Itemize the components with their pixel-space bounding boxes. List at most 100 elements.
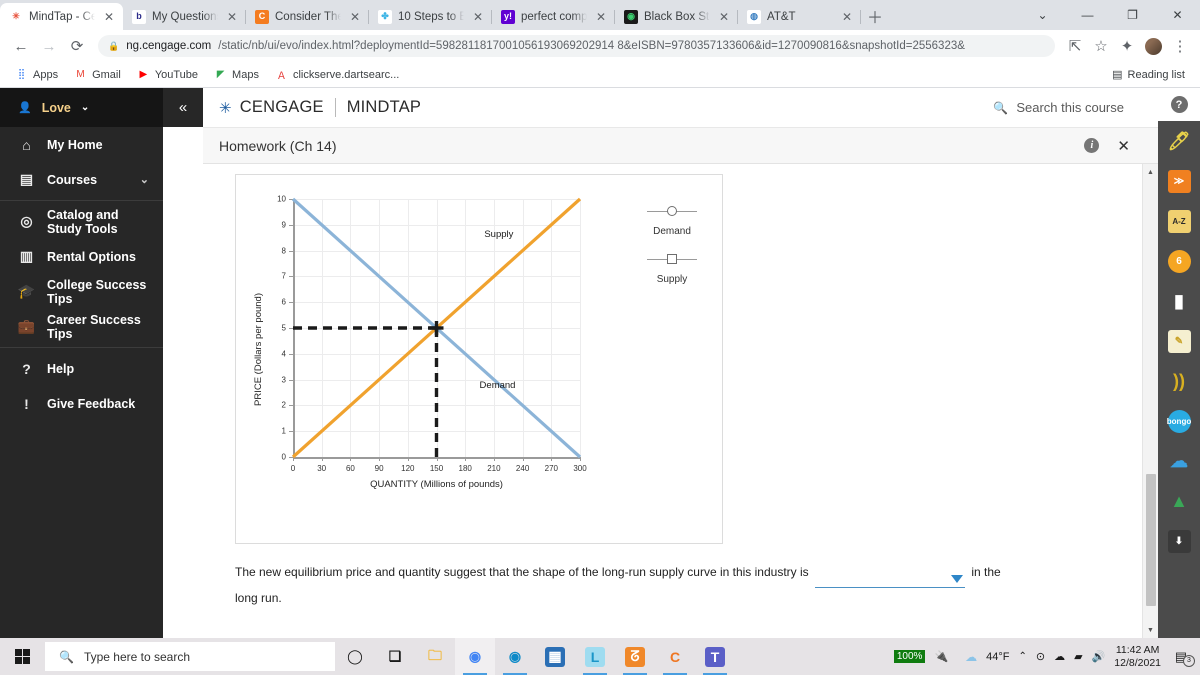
sidebar-item-help[interactable]: ? Help [0,351,163,386]
taskbar-lockdown-browser[interactable]: L [575,638,615,675]
sidebar-user-menu[interactable]: 👤 Love ⌄ [0,88,163,127]
bookmark-item[interactable]: M Gmail [68,66,127,83]
taskbar-cengage[interactable]: C [655,638,695,675]
bookmark-item[interactable]: ▶ YouTube [131,66,204,83]
onedrive-icon: ☁ [1170,450,1188,471]
rail-download[interactable]: ⬇ [1158,521,1200,561]
taskbar-microsoft-teams[interactable]: T [695,638,735,675]
browser-tab[interactable]: ✳ MindTap - Cenga ✕ [0,3,123,30]
sidebar-item-my-home[interactable]: ⌂ My Home [0,127,163,162]
info-icon[interactable]: i [1084,138,1100,153]
legend-item-demand[interactable]: Demand [624,205,720,237]
battery-icon[interactable]: ▰ [1074,650,1082,663]
forward-button[interactable]: → [36,33,62,59]
browser-tab[interactable]: ◍ AT&T ✕ [738,3,861,30]
scroll-up-button[interactable]: ▲ [1143,164,1158,180]
chart-curves [291,197,582,459]
taskbar-search-input[interactable]: 🔍 Type here to search [45,642,335,671]
close-tab-button[interactable]: ✕ [839,10,855,24]
cortana-icon[interactable]: ◯ [335,638,375,675]
scrollbar-thumb[interactable] [1146,474,1156,606]
tab-search-button[interactable]: ⌄ [1020,0,1065,30]
bookmark-star-icon[interactable]: ☆ [1089,33,1113,59]
sidebar-item-give-feedback[interactable]: ! Give Feedback [0,386,163,421]
close-tab-button[interactable]: ✕ [347,10,363,24]
chart-plot-area[interactable]: 0 30 60 90 120 150 180 210 240 270 300 0 1 2 3 4 5 6 7 8 9 10… [253,195,587,491]
extensions-icon[interactable]: ✦ [1115,33,1139,59]
taskbar-file-explorer[interactable]: 🗀 [415,638,455,675]
rail-notepad[interactable]: ✎ [1158,321,1200,361]
close-tab-button[interactable]: ✕ [101,10,117,24]
bookmark-item[interactable]: ◤ Maps [208,66,265,83]
address-bar[interactable]: 🔒 ng.cengage.com/static/nb/ui/evo/index.… [98,35,1055,57]
course-search[interactable]: 🔍 Search this course [993,100,1142,115]
legend-line-demand [647,205,697,217]
notification-center-button[interactable]: ▤ 3 [1170,649,1195,667]
close-tab-button[interactable]: ✕ [593,10,609,24]
rail-read-aloud[interactable]: )) [1158,361,1200,401]
reload-button[interactable]: ⟳ [64,33,90,59]
browser-tab[interactable]: ◉ Black Box Stocks ✕ [615,3,738,30]
sidebar-collapse-button[interactable]: « [163,88,203,127]
browser-tab[interactable]: ✤ 10 Steps to Build ✕ [369,3,492,30]
maximize-button[interactable]: ❐ [1110,0,1155,30]
sidebar-divider [0,347,163,348]
taskbar-microsoft-store[interactable]: ▦ [535,638,575,675]
camera-icon[interactable]: ⊙ [1036,650,1045,663]
close-icon[interactable]: ✕ [1117,137,1130,155]
rail-ebook[interactable]: ▮ [1158,281,1200,321]
supply-demand-graph[interactable]: 0 30 60 90 120 150 180 210 240 270 300 0 1 2 3 4 5 6 7 8 9 10… [235,174,723,544]
taskbar-lumosity[interactable]: ᘔ [615,638,655,675]
taskbar-microsoft-edge[interactable]: ◉ [495,638,535,675]
volume-icon[interactable]: 🔊 [1092,650,1106,663]
share-icon[interactable]: ⇱ [1063,33,1087,59]
reading-list-button[interactable]: ▤ Reading list [1106,66,1191,83]
scroll-down-button[interactable]: ▼ [1143,622,1158,638]
curve-label-supply: Supply [484,229,514,241]
sidebar-item-career-success-tips[interactable]: 💼 Career Success Tips [0,309,163,344]
sidebar-item-courses[interactable]: ▤ Courses ⌄ [0,162,163,197]
close-tab-button[interactable]: ✕ [716,10,732,24]
sidebar-item-label: Give Feedback [47,396,136,411]
bookmark-label: Maps [232,68,259,81]
browser-tab[interactable]: C Consider The Con ✕ [246,3,369,30]
minimize-button[interactable]: — [1065,0,1110,30]
chrome-menu-icon[interactable]: ⋮ [1168,33,1192,59]
legend-item-supply[interactable]: Supply [624,253,720,285]
chevron-down-icon: ⌄ [139,174,149,186]
close-tab-button[interactable]: ✕ [470,10,486,24]
open-book-icon: ▥ [19,248,34,264]
rail-mindtap-mobile[interactable]: 6 [1158,241,1200,281]
weather-temp[interactable]: 44°F [986,651,1009,663]
tray-chevron-icon[interactable]: ⌃ [1019,651,1027,662]
rail-rss-feed[interactable]: ≫ [1158,161,1200,201]
rail-highlighter-pen[interactable]: 🖊 [1158,121,1200,161]
back-button[interactable]: ← [8,33,34,59]
bookmark-item[interactable]: ⣿ Apps [9,66,64,83]
rail-onedrive[interactable]: ☁ [1158,441,1200,481]
browser-tab[interactable]: b My Questions | b ✕ [123,3,246,30]
taskbar-google-chrome[interactable]: ◉ [455,638,495,675]
long-run-supply-dropdown[interactable] [815,571,965,588]
taskbar-clock[interactable]: 11:42 AM 12/8/2021 [1114,644,1161,670]
taskbar-task-view[interactable]: ❏ [375,638,415,675]
mindtap-content: ✳ CENGAGE MINDTAP 🔍 Search this course H… [203,88,1158,638]
onedrive-icon[interactable]: ☁ [1054,650,1065,663]
legend-circle-handle-icon[interactable] [667,206,677,216]
content-scrollbar[interactable]: ▲ ▼ [1142,164,1158,638]
rail-help[interactable]: ? [1158,88,1200,121]
rail-google-drive[interactable]: ▲ [1158,481,1200,521]
bookmark-item[interactable]: Ａclickserve.dartsearc... [269,66,405,83]
rail-bongo[interactable]: bongo [1158,401,1200,441]
browser-tab[interactable]: y! perfect competiti ✕ [492,3,615,30]
sidebar-item-catalog-and-study-tools[interactable]: ◎ Catalog and Study Tools [0,204,163,239]
sidebar-item-rental-options[interactable]: ▥ Rental Options [0,239,163,274]
rail-dictionary-az[interactable]: A-Z [1158,201,1200,241]
close-window-button[interactable]: ✕ [1155,0,1200,30]
close-tab-button[interactable]: ✕ [224,10,240,24]
legend-square-handle-icon[interactable] [667,254,677,264]
profile-avatar[interactable] [1145,37,1162,55]
windows-start-icon[interactable] [0,638,45,675]
sidebar-item-college-success-tips[interactable]: 🎓 College Success Tips [0,274,163,309]
new-tab-button[interactable]: ＋ [861,2,889,30]
